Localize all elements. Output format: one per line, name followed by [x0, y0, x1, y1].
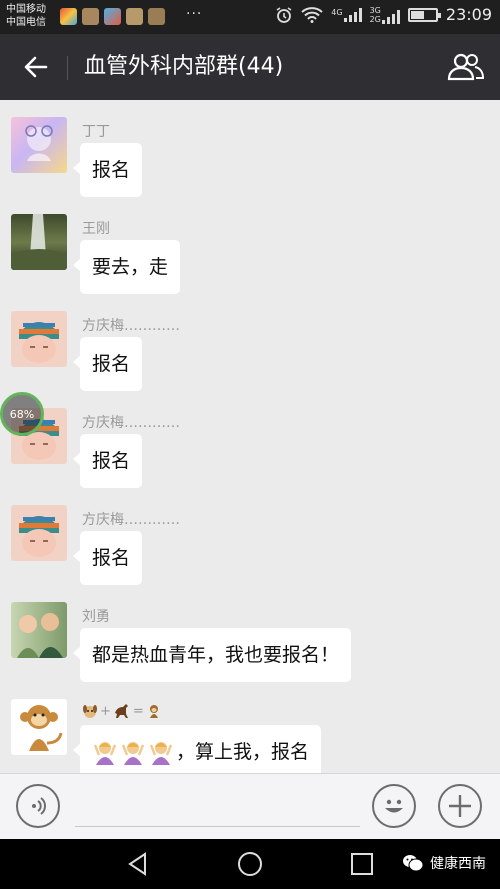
- app-notification-icon: [60, 8, 77, 25]
- emoji-icon: [385, 799, 403, 813]
- person-gesture-emoji-icon: [121, 742, 145, 765]
- group-members-button[interactable]: [446, 51, 486, 83]
- app-notification-icon: [82, 8, 99, 25]
- sender-name: 方庆梅…………: [82, 512, 180, 528]
- app-notification-icon: [126, 8, 143, 25]
- progress-indicator: 68%: [0, 392, 44, 436]
- message-bubble[interactable]: 报名: [72, 531, 143, 585]
- carrier-info: 中国移动 中国电信: [6, 3, 46, 29]
- app-notification-icon: [148, 8, 165, 25]
- network-type-2a: 3G: [369, 5, 381, 15]
- carrier-2: 中国电信: [6, 17, 46, 28]
- arrow-left-icon: [24, 56, 48, 78]
- kids-avatar[interactable]: [11, 602, 67, 658]
- system-nav-bar: 健康西南: [0, 839, 500, 889]
- header-divider: [67, 56, 68, 80]
- more-actions-button[interactable]: [438, 784, 482, 828]
- square-recents-icon: [351, 853, 373, 875]
- monkey-avatar[interactable]: [11, 699, 67, 755]
- chat-header: 血管外科内部群(44): [0, 34, 500, 100]
- baby-avatar[interactable]: [11, 311, 67, 367]
- sender-name: 方庆梅…………: [82, 318, 180, 334]
- message-bubble[interactable]: 报名: [72, 337, 143, 391]
- voice-button[interactable]: [16, 784, 60, 828]
- horse-emoji-icon: [114, 704, 128, 718]
- signal-strength-1-icon: [343, 7, 362, 22]
- watermark: 健康西南: [402, 853, 486, 873]
- sender-name: 方庆梅…………: [82, 415, 180, 431]
- person-gesture-emoji-icon: [93, 742, 117, 765]
- emoji-equals-symbol: =: [132, 703, 144, 719]
- plus-icon: [449, 795, 471, 817]
- sender-name-emoji: + =: [82, 703, 162, 719]
- more-notifications-indicator: ···: [186, 6, 203, 22]
- alarm-icon: [276, 6, 292, 23]
- message-bubble[interactable]: 都是热血青年，我也要报名！: [72, 628, 352, 682]
- person-gesture-emoji-icon: [149, 742, 173, 765]
- nav-home-button[interactable]: [237, 851, 263, 877]
- emoji-button[interactable]: [372, 784, 416, 828]
- message-input[interactable]: [75, 826, 360, 827]
- waterfall-avatar[interactable]: [11, 214, 67, 270]
- triangle-back-icon: [128, 852, 146, 876]
- carrier-1: 中国移动: [6, 4, 46, 15]
- battery-fill: [410, 10, 425, 19]
- circle-home-icon: [238, 852, 262, 876]
- group-members-icon: [447, 53, 485, 81]
- message-bubble[interactable]: 要去，走: [72, 240, 181, 294]
- message-input-bar: [0, 773, 500, 839]
- system-indicators: 4G 3G 2G 23:09: [275, 5, 492, 24]
- clock: 23:09: [445, 5, 492, 24]
- app-notification-icon: [104, 8, 121, 25]
- nav-back-button[interactable]: [125, 851, 151, 877]
- voice-icon: [32, 797, 46, 815]
- cartoon-avatar[interactable]: [11, 117, 67, 173]
- signal-strength-2-icon: [381, 9, 400, 24]
- message-text: ，算上我，报名: [176, 741, 310, 763]
- message-bubble[interactable]: ，算上我，报名: [72, 725, 322, 773]
- emoji-plus-symbol: +: [100, 703, 111, 719]
- wifi-icon: [301, 6, 323, 23]
- chat-title: 血管外科内部群(44): [84, 54, 284, 79]
- notification-icons: [60, 8, 165, 25]
- battery-icon: [407, 7, 441, 22]
- network-type-1: 4G: [331, 7, 343, 17]
- back-button[interactable]: [20, 51, 52, 83]
- message-bubble[interactable]: 报名: [72, 434, 143, 488]
- sender-name: 王刚: [82, 221, 110, 237]
- wechat-icon: [403, 855, 424, 872]
- dog-emoji-icon: [83, 705, 97, 718]
- nav-recents-button[interactable]: [349, 851, 375, 877]
- baby-avatar[interactable]: [11, 505, 67, 561]
- watermark-text: 健康西南: [430, 856, 486, 872]
- message-bubble[interactable]: 报名: [72, 143, 143, 197]
- sender-name: 刘勇: [82, 609, 110, 625]
- sender-name: 丁丁: [82, 124, 110, 140]
- network-type-2b: 2G: [369, 14, 381, 24]
- progress-text: 68%: [9, 407, 35, 421]
- message-list[interactable]: 丁丁 报名 王刚 要去，走 方庆梅………… 报名 方庆梅………… 报名 方庆梅……: [0, 100, 500, 773]
- status-bar: 中国移动 中国电信 ··· 4G 3G 2G 23:09: [0, 0, 500, 34]
- monkey-emoji-icon: [149, 705, 158, 718]
